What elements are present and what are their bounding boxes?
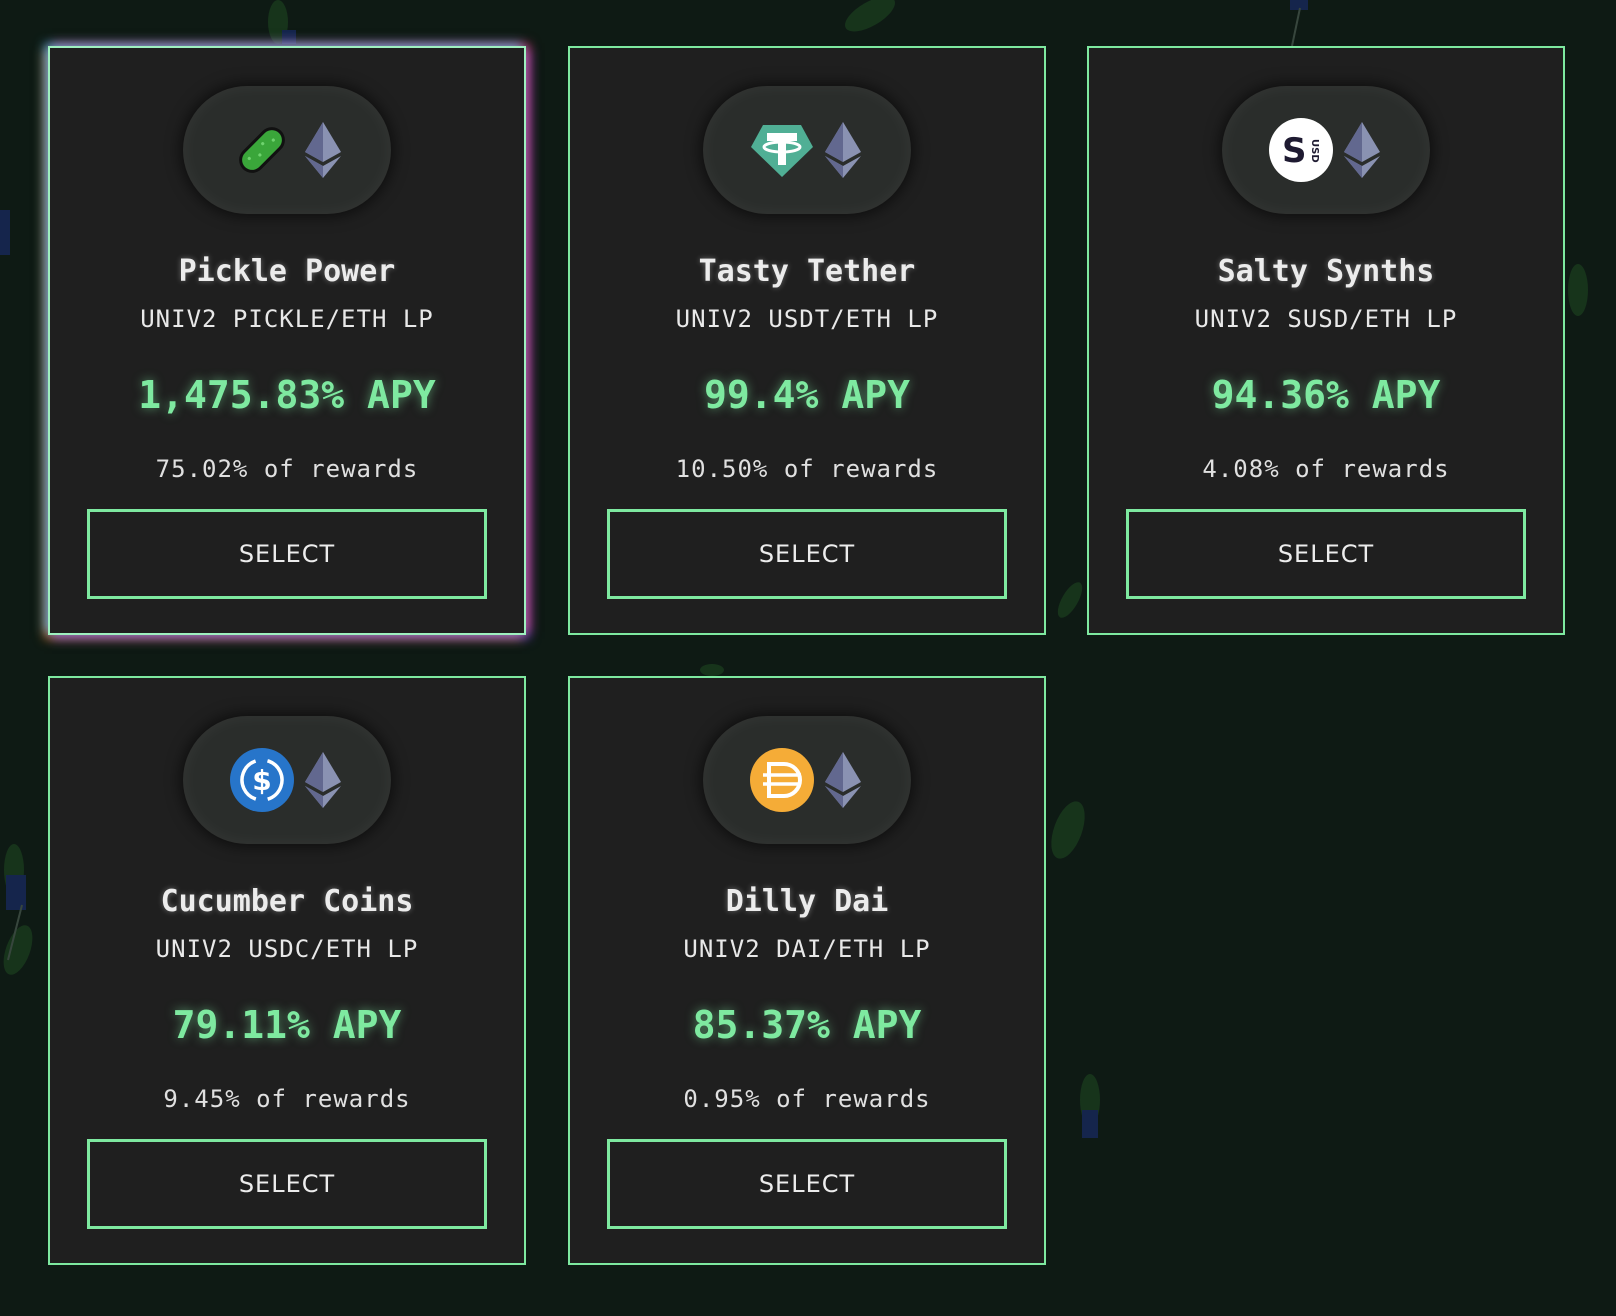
token-pair-badge <box>703 86 911 214</box>
pool-lp-token: UNIV2 USDC/ETH LP <box>155 935 419 963</box>
pool-apy: 85.37% APY <box>692 1003 922 1047</box>
pool-apy: 1,475.83% APY <box>138 373 436 417</box>
token-pair-badge: $ <box>183 716 391 844</box>
pool-reward-share: 75.02% of rewards <box>155 455 419 483</box>
pool-apy: 79.11% APY <box>172 1003 402 1047</box>
tether-icon <box>749 117 815 183</box>
pool-lp-token: UNIV2 SUSD/ETH LP <box>1194 305 1458 333</box>
pool-lp-token: UNIV2 PICKLE/ETH LP <box>140 305 434 333</box>
pool-reward-share: 4.08% of rewards <box>1202 455 1450 483</box>
pool-reward-share: 0.95% of rewards <box>683 1085 931 1113</box>
pool-lp-token: UNIV2 USDT/ETH LP <box>675 305 939 333</box>
ethereum-icon <box>821 747 865 813</box>
pool-name: Dilly Dai <box>725 884 889 919</box>
pool-name: Tasty Tether <box>698 254 916 289</box>
pool-card-dilly-dai: Dilly Dai UNIV2 DAI/ETH LP 85.37% APY 0.… <box>568 676 1046 1265</box>
pool-reward-share: 10.50% of rewards <box>675 455 939 483</box>
pool-reward-share: 9.45% of rewards <box>163 1085 411 1113</box>
pool-apy: 94.36% APY <box>1211 373 1441 417</box>
pool-name: Salty Synths <box>1217 254 1435 289</box>
select-button[interactable]: SELECT <box>607 509 1007 599</box>
pool-lp-token: UNIV2 DAI/ETH LP <box>683 935 931 963</box>
ethereum-icon <box>301 747 345 813</box>
pool-card-pickle-power: Pickle Power UNIV2 PICKLE/ETH LP 1,475.8… <box>48 46 526 635</box>
select-button[interactable]: SELECT <box>87 509 487 599</box>
ethereum-icon <box>1340 117 1384 183</box>
ethereum-icon <box>821 117 865 183</box>
pool-name: Cucumber Coins <box>160 884 414 919</box>
ethereum-icon <box>301 117 345 183</box>
pool-apy: 99.4% APY <box>704 373 910 417</box>
svg-text:$: $ <box>252 764 271 797</box>
susd-label: USD <box>1309 139 1320 163</box>
dai-icon <box>749 747 815 813</box>
pool-card-cucumber-coins: $ Cucumber Coins UNIV2 USDC/ETH LP 79.11… <box>48 676 526 1265</box>
select-button[interactable]: SELECT <box>1126 509 1526 599</box>
select-button[interactable]: SELECT <box>87 1139 487 1229</box>
pool-name: Pickle Power <box>178 254 396 289</box>
token-pair-badge <box>183 86 391 214</box>
pool-card-salty-synths: S USD Salty Synths UNIV2 SUSD/ETH LP 94.… <box>1087 46 1565 635</box>
select-button[interactable]: SELECT <box>607 1139 1007 1229</box>
susd-icon: S USD <box>1268 117 1334 183</box>
token-pair-badge <box>703 716 911 844</box>
svg-text:S: S <box>1282 131 1307 171</box>
pool-card-tasty-tether: Tasty Tether UNIV2 USDT/ETH LP 99.4% APY… <box>568 46 1046 635</box>
pickle-icon <box>229 117 295 183</box>
token-pair-badge: S USD <box>1222 86 1430 214</box>
usdc-icon: $ <box>229 747 295 813</box>
